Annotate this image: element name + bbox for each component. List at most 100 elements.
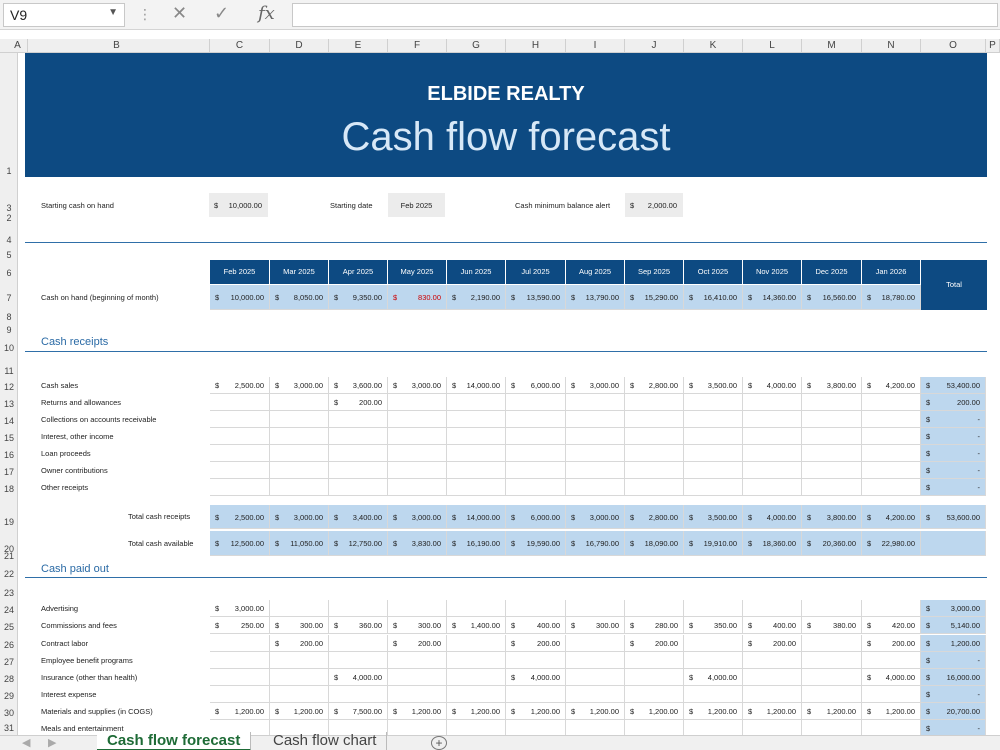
table-cell[interactable] [684,479,743,496]
total-cell[interactable]: $ - [921,411,986,428]
table-cell[interactable]: $420.00 [862,617,921,634]
column-header[interactable]: H [506,39,566,53]
table-cell[interactable] [802,445,862,462]
scroll-right-icon[interactable]: ▶ [48,736,56,749]
drag-handle-icon[interactable]: ⋮ [138,6,152,23]
row-header[interactable]: 12 [0,382,18,392]
row-header[interactable]: 23 [0,588,18,598]
table-cell[interactable] [743,669,802,686]
row-header[interactable]: 3 [0,203,18,213]
table-cell[interactable] [210,635,270,652]
column-header[interactable]: M [802,39,862,53]
table-cell[interactable] [862,720,921,735]
table-cell[interactable] [506,462,566,479]
total-row-cell[interactable]: $14,000.00 [447,505,506,529]
row-header[interactable]: 17 [0,467,18,477]
total-row-cell[interactable]: $16,190.00 [447,531,506,556]
column-header[interactable]: E [329,39,388,53]
table-cell[interactable] [566,479,625,496]
table-cell[interactable] [506,445,566,462]
table-cell[interactable] [388,479,447,496]
table-cell[interactable] [388,720,447,735]
row-header[interactable]: 18 [0,484,18,494]
total-cell[interactable]: $53,600.00 [921,505,986,529]
total-cell[interactable]: $ - [921,428,986,445]
table-cell[interactable] [625,428,684,445]
table-cell[interactable] [506,411,566,428]
table-cell[interactable] [210,428,270,445]
table-cell[interactable] [388,411,447,428]
table-cell[interactable] [506,428,566,445]
table-cell[interactable] [625,600,684,617]
table-cell[interactable] [270,479,329,496]
table-cell[interactable] [684,686,743,703]
row-header[interactable]: 2 [0,213,18,223]
table-cell[interactable] [270,600,329,617]
column-header[interactable]: J [625,39,684,53]
month-value-cell[interactable]: $15,290.00 [625,285,684,310]
table-cell[interactable] [329,686,388,703]
column-header[interactable]: D [270,39,329,53]
table-cell[interactable] [566,652,625,669]
table-cell[interactable] [566,686,625,703]
table-cell[interactable] [210,462,270,479]
total-row-cell[interactable]: $19,910.00 [684,531,743,556]
table-cell[interactable] [802,394,862,411]
total-cell[interactable]: $5,140.00 [921,617,986,634]
table-cell[interactable] [862,686,921,703]
total-cell[interactable]: $ - [921,462,986,479]
table-cell[interactable]: $1,200.00 [506,703,566,720]
total-cell[interactable]: $ - [921,686,986,703]
row-header[interactable]: 4 [0,235,18,245]
total-row-cell[interactable]: $3,830.00 [388,531,447,556]
total-cell[interactable]: $ - [921,479,986,496]
table-cell[interactable] [684,462,743,479]
insert-function-icon[interactable]: fx [258,3,275,24]
table-cell[interactable]: $200.00 [743,635,802,652]
table-cell[interactable] [566,720,625,735]
table-cell[interactable] [684,428,743,445]
total-row-cell[interactable]: $12,500.00 [210,531,270,556]
table-cell[interactable]: $250.00 [210,617,270,634]
table-cell[interactable] [802,479,862,496]
table-cell[interactable]: $1,400.00 [447,617,506,634]
row-header[interactable]: 7 [0,293,18,303]
column-header[interactable]: C [210,39,270,53]
month-value-cell[interactable]: $13,590.00 [506,285,566,310]
table-cell[interactable] [447,462,506,479]
table-cell[interactable] [329,411,388,428]
table-cell[interactable] [625,479,684,496]
table-cell[interactable]: $1,200.00 [388,703,447,720]
total-row-cell[interactable]: $19,590.00 [506,531,566,556]
table-cell[interactable] [743,428,802,445]
add-sheet-icon[interactable]: + [431,736,447,750]
table-cell[interactable] [684,445,743,462]
table-cell[interactable] [270,669,329,686]
total-row-cell[interactable]: $3,000.00 [388,505,447,529]
row-header[interactable]: 22 [0,569,18,579]
table-cell[interactable] [388,462,447,479]
table-cell[interactable]: $4,000.00 [862,669,921,686]
table-cell[interactable] [566,428,625,445]
table-cell[interactable] [447,428,506,445]
total-row-cell[interactable]: $2,800.00 [625,505,684,529]
total-row-cell[interactable]: $4,200.00 [862,505,921,529]
table-cell[interactable] [684,394,743,411]
row-header[interactable]: 29 [0,691,18,701]
table-cell[interactable]: $1,200.00 [625,703,684,720]
table-cell[interactable] [447,479,506,496]
table-cell[interactable] [329,652,388,669]
table-cell[interactable]: $4,000.00 [743,377,802,394]
table-cell[interactable] [566,462,625,479]
row-header[interactable]: 31 [0,723,18,733]
table-cell[interactable] [862,600,921,617]
table-cell[interactable]: $400.00 [743,617,802,634]
row-header[interactable]: 13 [0,399,18,409]
table-cell[interactable] [802,669,862,686]
total-row-cell[interactable]: $3,400.00 [329,505,388,529]
table-cell[interactable] [743,686,802,703]
table-cell[interactable] [862,394,921,411]
table-cell[interactable] [210,411,270,428]
table-cell[interactable]: $4,000.00 [506,669,566,686]
table-cell[interactable] [329,445,388,462]
